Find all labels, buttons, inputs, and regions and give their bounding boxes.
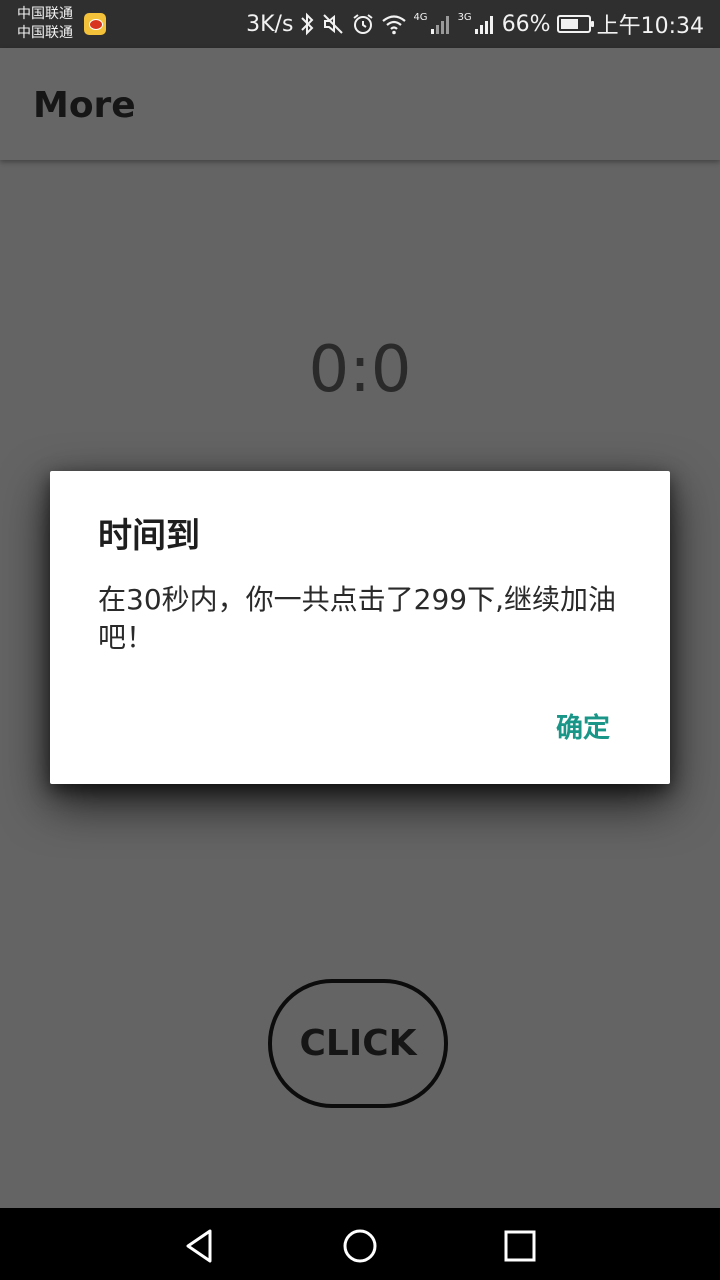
page-title: More [33,85,136,126]
net-speed: 3K/s [246,11,294,37]
carrier-labels: 中国联通 中国联通 [17,5,73,43]
battery-level [560,19,578,29]
carrier-1: 中国联通 [17,6,73,22]
signal-1-icon [430,16,449,34]
navigation-bar [0,1208,720,1280]
time-up-dialog: 时间到 在30秒内，你一共点击了299下,继续加油吧！ 确定 [50,471,670,784]
alarm-icon [353,14,374,34]
bluetooth-icon [301,12,314,36]
home-circle-icon[interactable] [340,1226,380,1266]
app-bar: More [0,48,720,160]
back-triangle-icon[interactable] [180,1226,220,1266]
clock: 上午10:34 [596,14,704,39]
dialog-message: 在30秒内，你一共点击了299下,继续加油吧！ [98,583,616,654]
dialog-title: 时间到 [98,516,200,556]
signal-2-icon [474,16,493,34]
confirm-button[interactable]: 确定 [556,711,610,747]
battery-percent: 66% [501,11,551,37]
battery-icon [556,15,594,33]
signal-1-type: 4G [413,11,428,23]
recents-square-icon[interactable] [500,1226,540,1266]
mute-icon [323,14,344,34]
signal-2-type: 3G [457,11,472,23]
status-indicators: 3K/s 4G 3G 66% 上午10:34 [246,0,704,48]
weibo-icon [84,13,106,35]
score-display: 0:0 [308,333,412,407]
carrier-2: 中国联通 [17,25,73,41]
wifi-icon [382,15,407,35]
click-button[interactable]: CLICK [268,979,448,1108]
status-bar: 中国联通 中国联通 3K/s 4G 3G 66% 上午10:34 [0,0,720,48]
